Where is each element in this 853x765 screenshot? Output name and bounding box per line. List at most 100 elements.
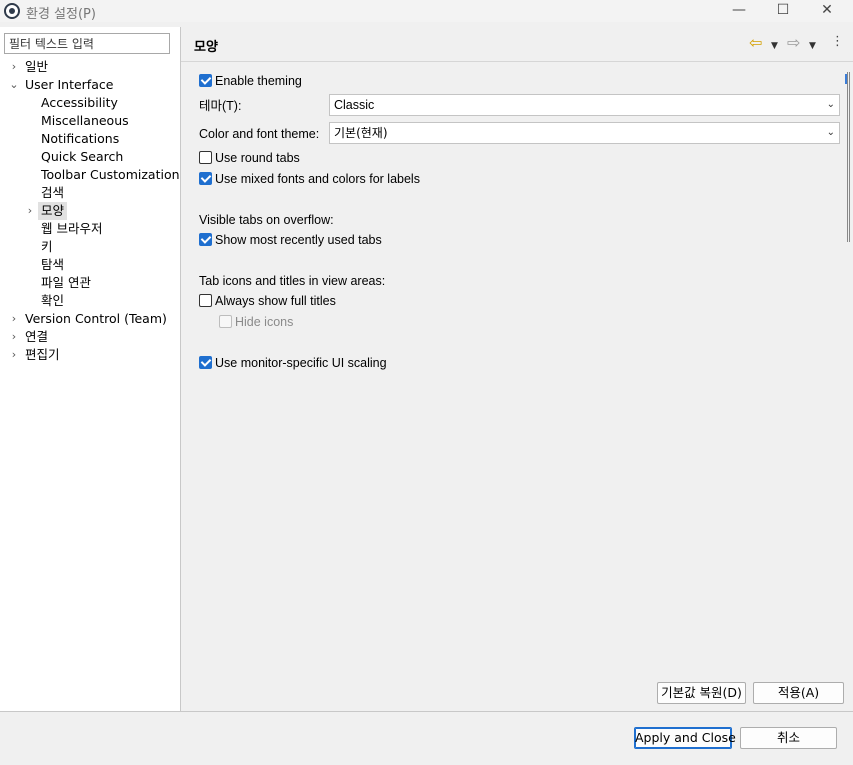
tab-icons-heading: Tab icons and titles in view areas: [199, 274, 386, 288]
chevron-right-icon [24, 130, 36, 148]
minimize-button[interactable]: — [716, 0, 762, 22]
chevron-right-icon [24, 148, 36, 166]
apply-button[interactable]: 적용(A) [753, 682, 844, 704]
tree-item-label: 웹 브라우저 [41, 221, 103, 236]
tree-item-label: 탐색 [41, 257, 65, 272]
tree-item[interactable]: › 편집기 [0, 346, 180, 364]
tree-item[interactable]: Accessibility [0, 94, 180, 112]
always-full-titles-label: Always show full titles [215, 294, 336, 308]
filter-input[interactable] [4, 33, 170, 54]
tree-item-label: 파일 연관 [41, 275, 91, 290]
hide-icons-label: Hide icons [235, 315, 294, 329]
tree-item-label: Toolbar Customization [41, 167, 180, 182]
visible-tabs-heading: Visible tabs on overflow: [199, 213, 334, 227]
checkbox-box[interactable] [199, 74, 212, 87]
chevron-right-icon[interactable]: › [8, 328, 20, 346]
tree-item-label: User Interface [25, 77, 114, 92]
round-tabs-label: Use round tabs [215, 151, 300, 165]
dialog-button-bar: Apply and Close 취소 [0, 712, 853, 765]
tree-item[interactable]: Notifications [0, 130, 180, 148]
page-title: 모양 [194, 40, 218, 55]
tree-item-label: 검색 [41, 185, 65, 200]
tree-item[interactable]: 확인 [0, 292, 180, 310]
chevron-down-icon[interactable]: ⌄ [827, 95, 835, 115]
tree-item-label: Quick Search [41, 149, 124, 164]
mixed-fonts-label: Use mixed fonts and colors for labels [215, 172, 420, 186]
chevron-right-icon [24, 238, 36, 256]
tree-item[interactable]: Miscellaneous [0, 112, 180, 130]
chevron-right-icon [24, 274, 36, 292]
tree-item[interactable]: 탐색 [0, 256, 180, 274]
color-font-theme-combo[interactable]: 기본(현재) ⌄ [329, 122, 840, 144]
restore-defaults-button[interactable]: 기본값 복원(D) [657, 682, 746, 704]
chevron-right-icon [24, 220, 36, 238]
chevron-right-icon [24, 184, 36, 202]
tree-item-label: Accessibility [41, 95, 118, 110]
window-title: 환경 설정(P) [26, 7, 96, 22]
chevron-right-icon[interactable]: › [8, 58, 20, 76]
tree-item[interactable]: Toolbar Customization [0, 166, 180, 184]
close-button[interactable]: ✕ [804, 0, 850, 22]
checkbox-box[interactable] [199, 294, 212, 307]
chevron-right-icon [24, 166, 36, 184]
chevron-right-icon [24, 112, 36, 130]
scroll-indicator [845, 74, 847, 84]
tree-item-label: 모양 [38, 202, 68, 220]
eclipse-app-icon [4, 3, 20, 19]
theme-label: 테마(T): [199, 99, 242, 113]
tree-item-label: 확인 [41, 293, 65, 308]
maximize-button[interactable]: ☐ [760, 0, 806, 22]
checkbox-box[interactable] [199, 233, 212, 246]
monitor-scaling-label: Use monitor-specific UI scaling [215, 356, 387, 370]
chevron-right-icon [24, 292, 36, 310]
back-arrow-icon[interactable]: ⇦ [749, 35, 762, 51]
chevron-right-icon [24, 94, 36, 112]
color-font-theme-combo-value: 기본(현재) [334, 126, 388, 140]
tree-item[interactable]: ⌄ User Interface [0, 76, 180, 94]
preferences-tree: › 일반 ⌄ User Interface Accessibility Miscellan… [0, 58, 180, 364]
cancel-button[interactable]: 취소 [740, 727, 837, 749]
color-font-theme-label: Color and font theme: [199, 127, 320, 141]
theme-combo-value: Classic [334, 98, 375, 112]
title-bar: 환경 설정(P) — ☐ ✕ [0, 0, 853, 22]
tree-item[interactable]: Quick Search [0, 148, 180, 166]
checkbox-box [219, 315, 232, 328]
tree-item-label: 키 [41, 239, 53, 254]
view-menu-icon[interactable]: ⋮ [831, 35, 844, 55]
chevron-down-icon[interactable]: ⌄ [827, 123, 835, 143]
tree-item-label: 편집기 [25, 347, 60, 362]
enable-theming-label: Enable theming [215, 74, 302, 88]
theme-combo[interactable]: Classic ⌄ [329, 94, 840, 116]
tree-item[interactable]: › 연결 [0, 328, 180, 346]
page-header: 모양 ⇦ ▼ ⇨ ▼ ⋮ [181, 27, 853, 61]
tree-item-label: 연결 [25, 329, 49, 344]
vertical-scrollbar[interactable] [847, 72, 850, 242]
tree-item[interactable]: › 모양 [0, 202, 180, 220]
chevron-right-icon[interactable]: › [8, 346, 20, 364]
header-separator [181, 61, 853, 62]
tree-item-label: 일반 [25, 59, 49, 74]
back-dropdown-icon[interactable]: ▼ [771, 38, 778, 54]
apply-and-close-button[interactable]: Apply and Close [634, 727, 736, 749]
preferences-tree-panel: › 일반 ⌄ User Interface Accessibility Miscellan… [0, 27, 180, 711]
tree-item-label: Miscellaneous [41, 113, 129, 128]
tree-item-label: Notifications [41, 131, 120, 146]
tree-item[interactable]: 파일 연관 [0, 274, 180, 292]
preference-page: 모양 ⇦ ▼ ⇨ ▼ ⋮ Enable theming 테마(T): Class… [181, 27, 853, 711]
forward-arrow-icon[interactable]: ⇨ [787, 35, 800, 51]
tree-item[interactable]: 웹 브라우저 [0, 220, 180, 238]
tree-item[interactable]: 키 [0, 238, 180, 256]
checkbox-box[interactable] [199, 172, 212, 185]
chevron-right-icon[interactable]: › [24, 202, 36, 220]
chevron-right-icon [24, 256, 36, 274]
tree-item[interactable]: 검색 [0, 184, 180, 202]
checkbox-box[interactable] [199, 356, 212, 369]
show-mru-tabs-label: Show most recently used tabs [215, 233, 382, 247]
checkbox-box[interactable] [199, 151, 212, 164]
tree-item-label: Version Control (Team) [25, 311, 167, 326]
forward-dropdown-icon[interactable]: ▼ [809, 38, 816, 54]
chevron-right-icon[interactable]: › [8, 310, 20, 328]
tree-item[interactable]: › Version Control (Team) [0, 310, 180, 328]
tree-item[interactable]: › 일반 [0, 58, 180, 76]
chevron-down-icon[interactable]: ⌄ [8, 76, 20, 94]
